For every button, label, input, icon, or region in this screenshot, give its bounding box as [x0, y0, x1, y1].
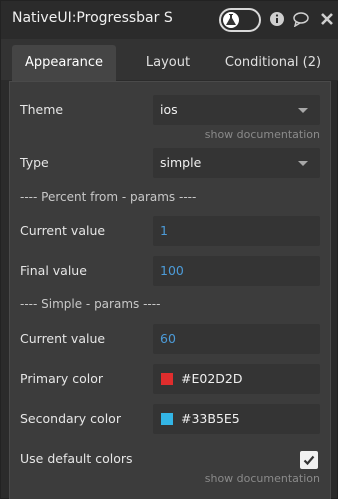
use-default-colors-label: Use default colors [20, 451, 133, 466]
element-title[interactable]: NativeUI:Progressbar Sir [12, 10, 172, 26]
type-value: simple [160, 155, 202, 170]
chevron-down-icon [298, 161, 308, 166]
tab-bar: Appearance Layout Conditional (2) [1, 39, 338, 81]
theme-label: Theme [20, 102, 64, 117]
theme-value: ios [160, 102, 178, 117]
tab-conditional[interactable]: Conditional (2) [219, 45, 327, 81]
info-icon[interactable] [269, 11, 285, 27]
close-icon[interactable] [319, 11, 335, 27]
tab-layout[interactable]: Layout [131, 45, 205, 81]
tab-appearance[interactable]: Appearance [12, 45, 116, 81]
comment-icon[interactable] [293, 11, 309, 27]
debug-toggle[interactable] [219, 8, 261, 32]
chevron-down-icon [298, 108, 308, 113]
primary-color-swatch[interactable] [161, 373, 173, 385]
secondary-color-picker[interactable]: #33B5E5 [153, 404, 320, 434]
secondary-color-label: Secondary color [20, 411, 121, 426]
current-value-simple-label: Current value [20, 331, 106, 346]
primary-color-picker[interactable]: #E02D2D [153, 364, 320, 394]
property-editor-panel: NativeUI:Progressbar Sir Appearance Layo… [0, 0, 338, 499]
primary-color-value: #E02D2D [181, 371, 243, 386]
final-value-label: Final value [20, 263, 87, 278]
theme-dropdown[interactable]: ios [153, 95, 320, 125]
current-value-percent-label: Current value [20, 223, 106, 238]
final-value-input[interactable]: 100 [153, 256, 320, 286]
checkmark-icon [303, 455, 315, 466]
primary-color-label: Primary color [20, 371, 104, 386]
section-percent-params: ---- Percent from - params ---- [20, 190, 197, 204]
type-dropdown[interactable]: simple [153, 148, 320, 178]
use-default-colors-checkbox[interactable] [300, 451, 318, 469]
theme-doc-link[interactable]: show documentation [205, 128, 320, 141]
use-default-colors-doc-link[interactable]: show documentation [205, 472, 320, 485]
secondary-color-value: #33B5E5 [181, 411, 240, 426]
title-bar: NativeUI:Progressbar Sir [1, 1, 338, 39]
section-simple-params: ---- Simple - params ---- [20, 297, 161, 311]
secondary-color-swatch[interactable] [161, 413, 173, 425]
flask-icon [223, 12, 239, 28]
type-label: Type [20, 155, 49, 170]
current-value-simple-input[interactable]: 60 [153, 324, 320, 354]
appearance-form: Theme ios show documentation Type simple… [9, 81, 331, 499]
current-value-percent-input[interactable]: 1 [153, 216, 320, 246]
